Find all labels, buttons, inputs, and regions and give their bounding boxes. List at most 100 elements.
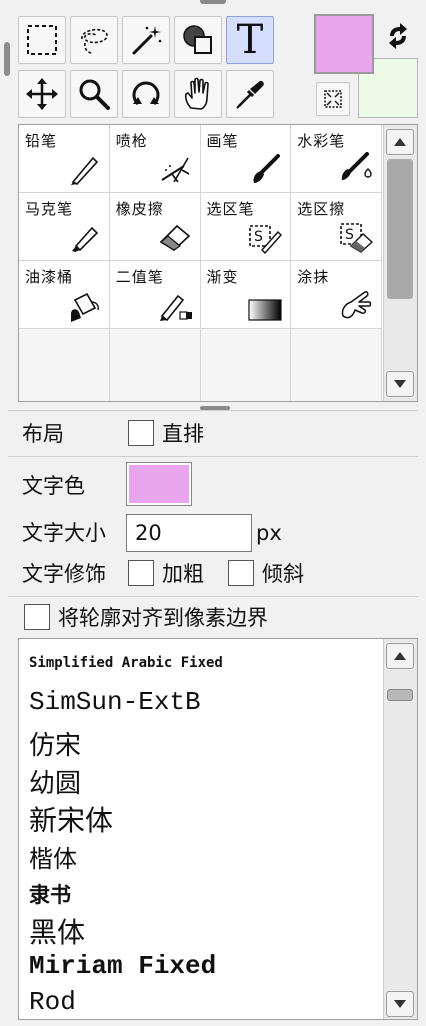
selection-eraser-icon: S (340, 223, 373, 253)
text-icon: T (236, 17, 264, 63)
text-color-swatch[interactable] (126, 462, 192, 506)
brush-label: 二值笔 (115, 268, 164, 286)
rotate-tool-button[interactable] (122, 70, 170, 118)
font-item[interactable]: 仿宋 (29, 725, 81, 762)
gradient-icon (248, 299, 282, 321)
brush-label: 马克笔 (25, 200, 74, 218)
move-tool-button[interactable] (18, 70, 66, 118)
scroll-thumb[interactable] (387, 689, 413, 701)
brush-slot-empty (200, 329, 292, 401)
brush-label: 选区擦 (297, 200, 346, 218)
divider (8, 410, 418, 411)
brush-label: 渐变 (206, 268, 239, 286)
svg-text:S: S (345, 227, 354, 243)
vertical-label: 直排 (162, 422, 204, 446)
brush-label: 水彩笔 (297, 132, 346, 150)
brush-binary-pen[interactable]: 二值笔 (109, 261, 201, 329)
triangle-up-icon (394, 138, 406, 146)
brush-label: 油漆桶 (25, 268, 74, 286)
divider (8, 596, 418, 597)
binary-pen-icon (159, 294, 192, 322)
text-tool-button[interactable]: T (226, 16, 274, 64)
magic-wand-icon (132, 26, 162, 55)
text-size-label: 文字大小 (22, 521, 106, 545)
panel-left-grip[interactable] (4, 42, 10, 76)
scroll-down-button[interactable] (386, 991, 414, 1017)
scroll-up-button[interactable] (386, 129, 414, 155)
hand-icon (184, 77, 209, 110)
brush-slot-empty (109, 329, 201, 401)
brush-gradient[interactable]: 渐变 (200, 261, 292, 329)
brush-label: 画笔 (206, 132, 239, 150)
italic-checkbox[interactable] (228, 560, 254, 586)
shape-icon (183, 25, 212, 54)
brush-icon (253, 154, 281, 183)
move-icon (26, 78, 58, 110)
brush-watercolor[interactable]: 水彩笔 (291, 125, 382, 193)
reset-colors-icon (324, 90, 342, 108)
brush-selection-pen[interactable]: 选区笔 S (200, 193, 292, 261)
brush-selection-eraser[interactable]: 选区擦 S (291, 193, 382, 261)
font-item[interactable]: Simplified Arabic Fixed (29, 655, 223, 671)
brush-eraser[interactable]: 橡皮擦 (109, 193, 201, 261)
brush-panel: 铅笔 喷枪 画笔 水彩笔 马克笔 橡皮擦 选区笔 S 选区擦 S 油漆桶 二值笔… (18, 124, 418, 402)
brush-paintbrush[interactable]: 画笔 (200, 125, 292, 193)
lasso-select-tool-button[interactable] (70, 16, 118, 64)
bold-label: 加粗 (162, 562, 204, 586)
shape-tool-button[interactable] (174, 16, 222, 64)
font-item[interactable]: 楷体 (29, 839, 77, 874)
panel-top-grip[interactable] (200, 0, 226, 4)
align-pixel-label: 将轮廓对齐到像素边界 (58, 606, 268, 630)
divider (8, 456, 418, 457)
text-size-input[interactable] (126, 514, 252, 552)
align-pixel-checkbox[interactable] (24, 604, 50, 630)
scroll-up-button[interactable] (386, 643, 414, 669)
rect-select-tool-button[interactable] (18, 16, 66, 64)
brush-paint-bucket[interactable]: 油漆桶 (19, 261, 110, 329)
zoom-tool-button[interactable] (70, 70, 118, 118)
bold-checkbox[interactable] (128, 560, 154, 586)
font-item[interactable]: Rod (29, 987, 76, 1017)
svg-text:S: S (254, 229, 263, 245)
text-color-label: 文字色 (22, 474, 85, 498)
brush-airbrush[interactable]: 喷枪 (109, 125, 201, 193)
swap-arrows-icon (389, 23, 407, 49)
swap-colors-button[interactable] (382, 20, 414, 52)
brush-scrollbar[interactable] (383, 125, 417, 401)
brush-label: 橡皮擦 (115, 200, 164, 218)
brush-pencil[interactable]: 铅笔 (19, 125, 110, 193)
watercolor-icon (341, 152, 372, 180)
brush-label: 涂抹 (297, 268, 330, 286)
airbrush-icon (160, 157, 189, 183)
brush-slot-empty (19, 329, 110, 401)
scroll-thumb[interactable] (387, 159, 413, 299)
vertical-checkbox[interactable] (128, 420, 154, 446)
brush-marker[interactable]: 马克笔 (19, 193, 110, 261)
text-size-unit: px (256, 521, 282, 545)
scroll-down-button[interactable] (386, 371, 414, 397)
layout-label: 布局 (22, 422, 64, 446)
eyedropper-tool-button[interactable] (226, 70, 274, 118)
foreground-color-swatch[interactable] (314, 14, 374, 74)
rotate-icon (132, 81, 160, 106)
font-item[interactable]: Miriam Fixed (29, 951, 216, 981)
font-item[interactable]: SimSun-ExtB (29, 687, 201, 717)
font-item[interactable]: 隶书 (29, 879, 71, 909)
italic-label: 倾斜 (262, 562, 304, 586)
magic-wand-tool-button[interactable] (122, 16, 170, 64)
text-decoration-label: 文字修饰 (22, 562, 106, 586)
font-list-scrollbar[interactable] (383, 639, 417, 1019)
eraser-icon (159, 224, 190, 252)
lasso-select-icon (81, 28, 108, 54)
font-list: Simplified Arabic Fixed SimSun-ExtB 仿宋 幼… (18, 638, 418, 1020)
font-item[interactable]: 幼圆 (29, 763, 81, 800)
font-item[interactable]: 新宋体 (29, 799, 113, 839)
rect-select-icon (27, 25, 57, 55)
pencil-icon (70, 156, 98, 185)
reset-colors-button[interactable] (316, 82, 350, 116)
hand-tool-button[interactable] (174, 70, 222, 118)
brush-label: 选区笔 (206, 200, 255, 218)
marker-icon (71, 226, 98, 252)
brush-smudge[interactable]: 涂抹 (291, 261, 382, 329)
font-item[interactable]: 黑体 (29, 911, 85, 951)
